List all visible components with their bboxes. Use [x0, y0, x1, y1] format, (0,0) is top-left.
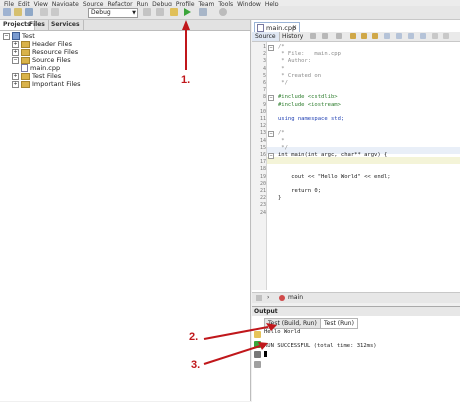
annotation-2: 2.: [189, 331, 199, 343]
annotation-1: 1.: [181, 74, 191, 86]
annotation-3: 3.: [191, 359, 201, 371]
arrow-1: [182, 20, 190, 70]
arrow-2: [203, 323, 277, 340]
arrow-3: [203, 342, 268, 365]
annotation-layer: [182, 20, 277, 365]
